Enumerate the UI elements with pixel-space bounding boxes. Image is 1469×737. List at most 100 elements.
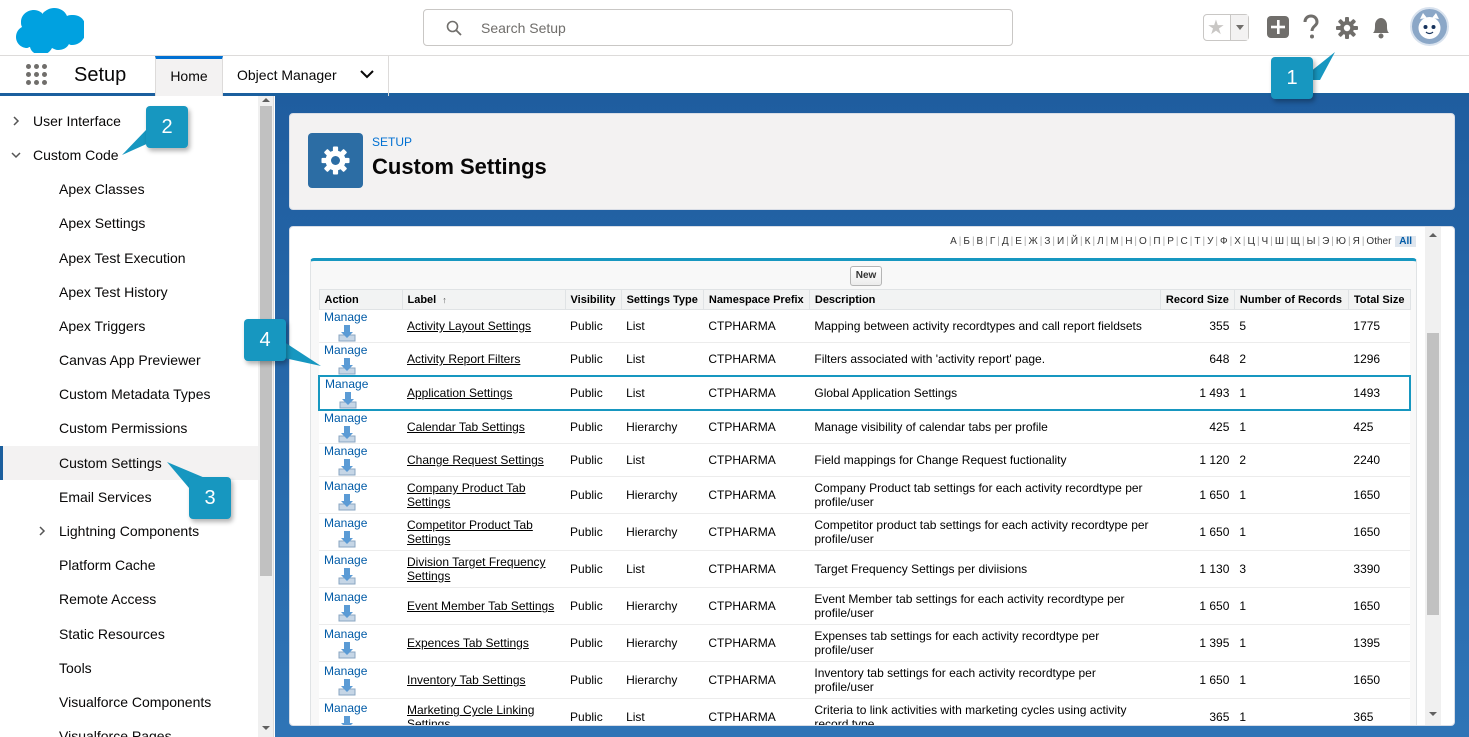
sidebar-item-apex-test-execution[interactable]: Apex Test Execution	[0, 241, 258, 275]
alphabet-filter-item[interactable]: В	[976, 236, 985, 247]
setting-label-link[interactable]: Marketing Cycle Linking Settings	[402, 698, 566, 725]
alphabet-filter-item[interactable]: Ш	[1274, 236, 1285, 247]
setting-label-link[interactable]: Activity Report Filters	[402, 342, 566, 377]
alphabet-filter-item[interactable]: И	[1056, 236, 1065, 247]
setting-label-link[interactable]: Division Target Frequency Settings	[402, 550, 566, 588]
sidebar-item-canvas-app-previewer[interactable]: Canvas App Previewer	[0, 343, 258, 377]
sidebar-item-apex-classes[interactable]: Apex Classes	[0, 172, 258, 206]
manage-link[interactable]: Manage	[324, 411, 367, 425]
alphabet-filter-item[interactable]: Щ	[1290, 236, 1301, 247]
setting-label-link[interactable]: Inventory Tab Settings	[402, 661, 566, 699]
salesforce-logo[interactable]	[14, 5, 84, 53]
alphabet-filter-item[interactable]: С	[1180, 236, 1189, 247]
bell-icon[interactable]	[1370, 15, 1392, 39]
chevron-down-icon[interactable]	[11, 150, 21, 160]
manage-link[interactable]: Manage	[324, 343, 367, 357]
manage-link[interactable]: Manage	[324, 627, 367, 641]
alphabet-filter-item[interactable]: Б	[962, 236, 971, 247]
manage-link[interactable]: Manage	[324, 516, 367, 530]
alphabet-filter-item[interactable]: Е	[1014, 236, 1023, 247]
alphabet-filter-item[interactable]: Ж	[1028, 236, 1039, 247]
chevron-right-icon[interactable]	[11, 116, 21, 126]
alphabet-filter-item[interactable]: А	[949, 236, 958, 247]
sidebar-item-lightning-components[interactable]: Lightning Components	[0, 514, 258, 548]
column-header-settings-type[interactable]: Settings Type	[620, 289, 704, 310]
column-header-label[interactable]: Label ↑	[401, 289, 566, 310]
setting-label-link[interactable]: Calendar Tab Settings	[402, 410, 566, 444]
alphabet-filter-item[interactable]: Э	[1321, 236, 1330, 247]
column-header-namespace-prefix[interactable]: Namespace Prefix	[702, 289, 810, 310]
manage-link[interactable]: Manage	[324, 310, 367, 324]
avatar[interactable]	[1410, 7, 1449, 46]
alphabet-filter-item[interactable]: Л	[1096, 236, 1105, 247]
sidebar-item-static-resources[interactable]: Static Resources	[0, 617, 258, 651]
sidebar-item-custom-permissions[interactable]: Custom Permissions	[0, 411, 258, 445]
sidebar-item-platform-cache[interactable]: Platform Cache	[0, 548, 258, 582]
download-icon[interactable]	[338, 604, 356, 622]
setting-label-link[interactable]: Company Product Tab Settings	[402, 476, 566, 514]
alphabet-filter-item[interactable]: М	[1109, 236, 1119, 247]
sidebar-item-apex-test-history[interactable]: Apex Test History	[0, 275, 258, 309]
sidebar-item-tools[interactable]: Tools	[0, 651, 258, 685]
alphabet-filter-item[interactable]: П	[1152, 236, 1161, 247]
setting-label-link[interactable]: Application Settings	[402, 375, 566, 411]
download-icon[interactable]	[338, 641, 356, 659]
setting-label-link[interactable]: Activity Layout Settings	[402, 309, 566, 343]
download-icon[interactable]	[338, 715, 356, 726]
sidebar-item-remote-access[interactable]: Remote Access	[0, 582, 258, 616]
scroll-up-icon[interactable]	[261, 96, 271, 104]
alphabet-filter-item[interactable]: Ч	[1261, 236, 1270, 247]
download-icon[interactable]	[338, 530, 356, 548]
manage-link[interactable]: Manage	[324, 701, 367, 715]
column-header-record-size[interactable]: Record Size	[1159, 289, 1235, 310]
card-scrollbar-thumb[interactable]	[1427, 333, 1439, 615]
alphabet-filter-item[interactable]: Х	[1233, 236, 1242, 247]
chevron-down-icon[interactable]	[360, 69, 374, 79]
favorites-dropdown-icon[interactable]	[1230, 15, 1248, 40]
tab-home[interactable]: Home	[155, 56, 223, 96]
new-button[interactable]: New	[850, 266, 882, 286]
alphabet-filter-item[interactable]: Р	[1166, 236, 1175, 247]
manage-link[interactable]: Manage	[324, 479, 367, 493]
alphabet-filter-item[interactable]: All	[1395, 236, 1416, 247]
scroll-down-icon[interactable]	[1428, 710, 1438, 718]
sidebar-item-custom-metadata-types[interactable]: Custom Metadata Types	[0, 377, 258, 411]
manage-link[interactable]: Manage	[324, 590, 367, 604]
setting-label-link[interactable]: Change Request Settings	[402, 443, 566, 477]
download-icon[interactable]	[338, 567, 356, 585]
setting-label-link[interactable]: Event Member Tab Settings	[402, 587, 566, 625]
alphabet-filter-item[interactable]: Я	[1352, 236, 1361, 247]
alphabet-filter-item[interactable]: Й	[1070, 236, 1079, 247]
app-launcher-icon[interactable]	[26, 64, 48, 86]
manage-link[interactable]: Manage	[324, 553, 367, 567]
manage-link[interactable]: Manage	[324, 664, 367, 678]
column-header-total-size[interactable]: Total Size	[1347, 289, 1411, 310]
column-header-number-of-records[interactable]: Number of Records	[1233, 289, 1349, 310]
alphabet-filter-item[interactable]: Ф	[1219, 236, 1229, 247]
alphabet-filter-item[interactable]: Ю	[1335, 236, 1347, 247]
alphabet-filter-item[interactable]: Ы	[1306, 236, 1317, 247]
column-header-visibility[interactable]: Visibility	[564, 289, 622, 310]
favorites-button[interactable]: ★	[1203, 14, 1249, 41]
column-header-action[interactable]: Action	[318, 289, 403, 310]
download-icon[interactable]	[338, 678, 356, 696]
setting-label-link[interactable]: Competitor Product Tab Settings	[402, 513, 566, 551]
sidebar-item-visualforce-pages[interactable]: Visualforce Pages	[0, 719, 258, 737]
tab-object-manager[interactable]: Object Manager	[223, 56, 389, 96]
chevron-right-icon[interactable]	[37, 526, 47, 536]
column-header-description[interactable]: Description	[808, 289, 1161, 310]
sidebar-item-apex-settings[interactable]: Apex Settings	[0, 206, 258, 240]
download-icon[interactable]	[338, 324, 356, 342]
sidebar-item-custom-settings[interactable]: Custom Settings	[0, 446, 258, 480]
alphabet-filter-item[interactable]: Д	[1001, 236, 1010, 247]
manage-link[interactable]: Manage	[325, 377, 368, 391]
add-icon[interactable]	[1266, 15, 1290, 39]
download-icon[interactable]	[338, 425, 356, 443]
alphabet-filter-item[interactable]: Other	[1365, 236, 1392, 247]
alphabet-filter-item[interactable]: О	[1138, 236, 1148, 247]
sidebar-item-visualforce-components[interactable]: Visualforce Components	[0, 685, 258, 719]
scroll-up-icon[interactable]	[1428, 231, 1438, 239]
setting-label-link[interactable]: Expences Tab Settings	[402, 624, 566, 662]
search-input[interactable]: Search Setup	[423, 9, 1013, 46]
download-icon[interactable]	[338, 493, 356, 511]
